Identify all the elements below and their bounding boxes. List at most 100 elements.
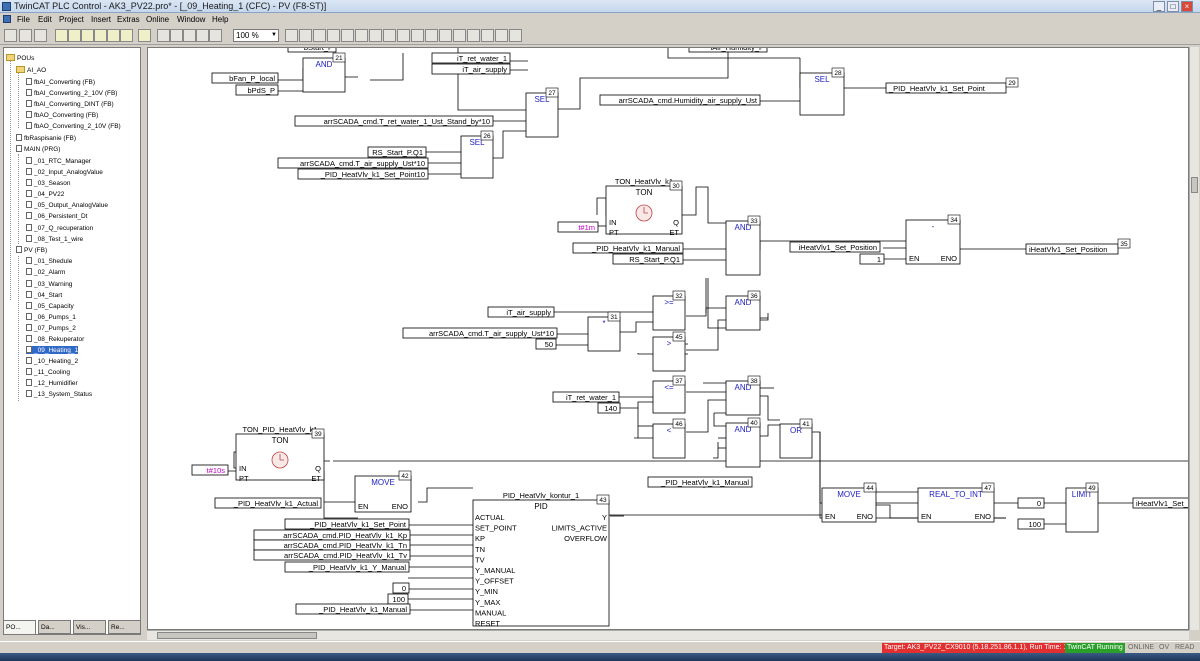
insert-label-icon[interactable] [341,29,354,42]
input-var-in10[interactable]: arrSCADA_cmd.T_air_supply_Ust*10 [277,157,429,169]
tree-item-10-heating-2[interactable]: _10_Heating_2 [26,357,78,365]
block-and-38[interactable]: AND38 [725,375,761,416]
input-var-in16[interactable]: 1 [859,253,885,265]
block---32[interactable]: >=32 [652,290,686,331]
input-var-in3[interactable]: bPdS_P [235,84,279,96]
block-limit-49[interactable]: LIMIT49 [1065,482,1099,533]
macro-icon[interactable] [439,29,452,42]
tree-item-11-cooling[interactable]: _11_Cooling [26,368,70,376]
input-var-in26[interactable]: arrSCADA_cmd.PID_HeatVlv_k1_Tn [253,539,411,551]
tree-item-fbai-converting-fb[interactable]: fbAI_Converting (FB) [26,78,95,86]
input-var-in24[interactable]: _PID_HeatVlv_k1_Set_Point [284,518,410,530]
tab-resources[interactable]: Re... [108,620,141,634]
block-sel-27[interactable]: SEL27 [525,87,559,138]
tree-item-08-test-1-wire[interactable]: _08_Test_1_wire [26,235,83,243]
tab-data-types[interactable]: Da... [38,620,71,634]
enable-en-icon[interactable] [425,29,438,42]
copy-icon[interactable] [170,29,183,42]
input-var-in9[interactable]: RS_Start_P.Q1 [367,146,427,158]
input-var-in23[interactable]: _PID_HeatVlv_k1_Actual [214,497,322,509]
tree-item-01-rtc-manager[interactable]: _01_RTC_Manager [26,157,91,165]
input-var-in29[interactable]: 0 [392,582,410,594]
output-var-out1[interactable]: _PID_HeatVlv_k1_Set_Point 29 [885,77,1019,94]
tree-item-main-prg[interactable]: MAIN (PRG) [16,145,60,153]
menu-extras[interactable]: Extras [117,15,140,24]
block-and-21[interactable]: AND21 [302,52,346,93]
block-sel-26[interactable]: SEL26 [460,130,494,179]
tree-item-13-system-status[interactable]: _13_System_Status [26,390,92,398]
input-var-in5[interactable]: iT_air_supply [431,63,511,75]
block-sel-28[interactable]: SEL 28 [799,67,845,116]
tree-item-fbraspisanie-fb[interactable]: fbRaspisanie (FB) [16,134,76,142]
find-icon[interactable] [196,29,209,42]
block-and-33[interactable]: AND33 [725,215,761,276]
tree-item-fbao-converting-2-10v-fb[interactable]: fbAO_Converting_2_10V (FB) [26,122,121,130]
save-icon[interactable] [34,29,47,42]
negate-icon[interactable] [397,29,410,42]
tree-item-02-alarm[interactable]: _02_Alarm [26,268,65,276]
app-menu-icon[interactable] [3,15,11,23]
input-var-in13[interactable]: _PID_HeatVlv_k1_Manual [572,242,684,254]
insert-pin-icon[interactable] [383,29,396,42]
tree-item-06-pumps-1[interactable]: _06_Pumps_1 [26,313,76,321]
block-or-41[interactable]: OR41 [779,418,813,459]
input-var-in12[interactable]: t#1m [557,221,599,233]
replace-icon[interactable] [209,29,222,42]
vertical-scroll-thumb[interactable] [1191,177,1198,193]
tree-item-08-rekuperator[interactable]: _08_Rekuperator [26,335,84,343]
input-var-in32[interactable]: _PID_HeatVlv_k1_Manual [647,476,753,488]
horizontal-scrollbar[interactable] [147,630,1189,640]
run-icon[interactable] [81,29,94,42]
tree-item-05-output-analogvalue[interactable]: _05_Output_AnalogValue [26,201,108,209]
tree-item-fbao-converting-fb[interactable]: fbAO_Converting (FB) [26,111,98,119]
menu-online[interactable]: Online [146,15,169,24]
block-and-36[interactable]: AND36 [725,290,761,331]
tree-item-05-capacity[interactable]: _05_Capacity [26,302,74,310]
vertical-scrollbar[interactable] [1189,47,1199,630]
block---31[interactable]: * 31 [587,311,621,352]
block---45[interactable]: >45 [652,331,686,372]
input-var-in27[interactable]: arrSCADA_cmd.PID_HeatVlv_k1_Tv [253,549,411,561]
insert-jump-icon[interactable] [327,29,340,42]
tree-item-09-heating-1[interactable]: _09_Heating_1 [26,346,79,354]
block---34[interactable]: - 34 EN ENO [905,214,961,265]
input-var-in8[interactable]: arrSCADA_cmd.T_ret_water_1_Ust_Stand_by*… [294,115,494,127]
input-var-in30[interactable]: 100 [387,593,409,605]
tab-pous[interactable]: PO... [3,620,36,634]
input-var-in14[interactable]: RS_Start_P.Q1 [612,253,684,265]
block-pid-43[interactable]: PID_HeatVlv_kontur_1 PID 43 ACTUAL SET_POINT… [472,491,610,628]
set-reset-icon[interactable] [411,29,424,42]
block-move-44[interactable]: MOVE 44 EN ENO [821,482,877,523]
output-var-out2[interactable]: iHeatVlv1_Set_Position 35 [1025,238,1131,255]
block-and-40[interactable]: AND40 [725,417,761,468]
forward-icon[interactable] [509,29,522,42]
cfc-editor[interactable]: bStart_P bFan_P_local bPdS_P iT_ret_water_1… [147,47,1189,630]
tree-item-fbai-converting-2-10v-fb[interactable]: fbAI_Converting_2_10V (FB) [26,89,117,97]
block-ton-39[interactable]: TON_PID_HeatVlv_k1 TON 39 INPT QET [235,425,325,483]
zoom-select[interactable]: 100 % [233,29,279,42]
paste-icon[interactable] [183,29,196,42]
menu-file[interactable]: File [17,15,30,24]
cfc-diagram[interactable]: bStart_P bFan_P_local bPdS_P iT_ret_water_1… [148,48,1189,630]
menu-help[interactable]: Help [212,15,228,24]
new-icon[interactable] [4,29,17,42]
block---37[interactable]: <=37 [652,375,686,414]
input-var-in20[interactable]: iT_ret_water_1 [552,391,620,403]
input-var-in21[interactable]: 140 [597,402,621,414]
menu-window[interactable]: Window [177,15,205,24]
block-move-42[interactable]: MOVE 42 EN ENO [354,470,412,513]
insert-output-icon[interactable] [299,29,312,42]
input-var-in33[interactable]: 0 [1017,497,1045,509]
step-icon[interactable] [120,29,133,42]
tree-item-12-humidifier[interactable]: _12_Humidifier [26,379,78,387]
close-icon[interactable]: × [1181,1,1193,12]
logout-icon[interactable] [68,29,81,42]
tree-item-pv-fb[interactable]: PV (FB) [16,246,47,254]
input-var-in22[interactable]: t#10s [191,464,229,476]
input-var-in34[interactable]: 100 [1017,518,1045,530]
input-var-in4[interactable]: iT_ret_water_1 [431,52,511,64]
input-var-in19[interactable]: 50 [535,338,557,350]
block---46[interactable]: <46 [652,418,686,459]
tree-item-07-pumps-2[interactable]: _07_Pumps_2 [26,324,76,332]
insert-input-icon[interactable] [285,29,298,42]
